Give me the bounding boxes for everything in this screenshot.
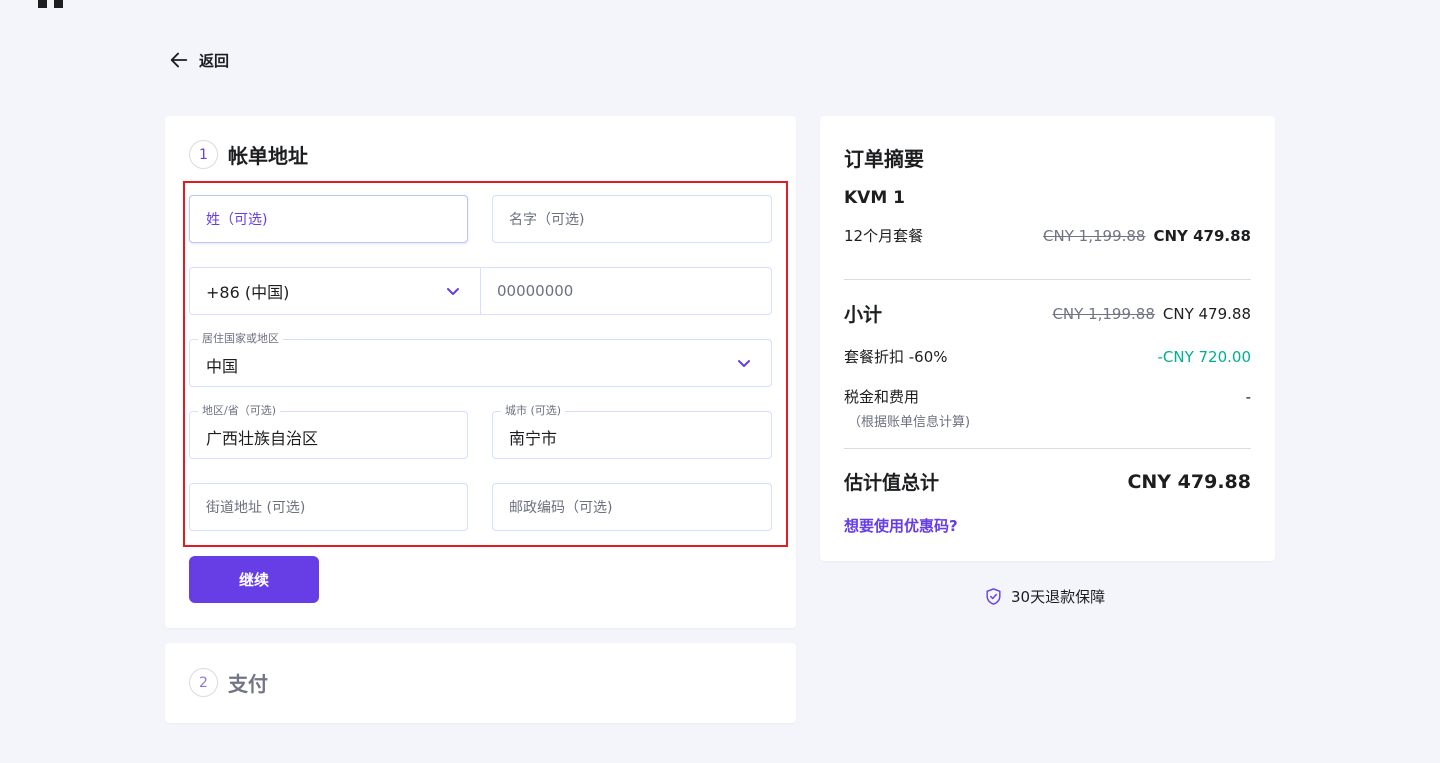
- tax-row: 税金和费用 -: [844, 386, 1251, 407]
- back-label: 返回: [199, 51, 230, 70]
- tax-note: （根据账单信息计算): [848, 415, 971, 430]
- last-name-placeholder: 姓（可选): [206, 212, 268, 228]
- brand-logo[interactable]: [38, 0, 66, 8]
- money-back-guarantee: 30天退款保障: [984, 586, 1105, 607]
- subtotal-old-price: CNY 1,199.88: [1052, 305, 1155, 323]
- tax-label: 税金和费用: [844, 388, 920, 406]
- country-select[interactable]: 居住国家或地区 中国: [189, 332, 772, 387]
- region-value: 广西壮族自治区: [206, 429, 319, 448]
- total-row: 估计值总计 CNY 479.88: [844, 468, 1251, 495]
- plan-old-price: CNY 1,199.88: [1043, 227, 1146, 245]
- plan-row: 12个月套餐 CNY 1,199.88 CNY 479.88: [844, 225, 1251, 246]
- guarantee-text: 30天退款保障: [1011, 588, 1106, 606]
- postcode-placeholder: 邮政编码（可选): [509, 500, 613, 516]
- last-name-field[interactable]: 姓（可选): [189, 195, 468, 243]
- phone-code-select[interactable]: +86 (中国): [189, 267, 481, 315]
- step-number-badge: 1: [189, 140, 218, 169]
- continue-button[interactable]: 继续: [189, 556, 319, 603]
- city-label: 城市 (可选): [501, 404, 566, 418]
- billing-title: 帐单地址: [228, 144, 308, 168]
- phone-number-placeholder: 00000000: [497, 282, 574, 300]
- promo-code-link[interactable]: 想要使用优惠码?: [844, 515, 958, 536]
- region-label: 地区/省（可选): [198, 404, 280, 418]
- chevron-down-icon: [447, 288, 459, 295]
- discount-row: 套餐折扣 -60% -CNY 720.00: [844, 346, 1251, 367]
- summary-title: 订单摘要: [844, 147, 924, 171]
- total-value: CNY 479.88: [1127, 470, 1251, 493]
- discount-value: -CNY 720.00: [1157, 347, 1251, 366]
- phone-number-field[interactable]: 00000000: [480, 267, 772, 315]
- back-arrow-icon: [170, 52, 188, 68]
- step-number-badge: 2: [189, 668, 218, 697]
- first-name-placeholder: 名字（可选): [509, 212, 585, 228]
- region-field[interactable]: 地区/省（可选) 广西壮族自治区: [189, 404, 468, 459]
- country-label: 居住国家或地区: [198, 332, 283, 346]
- street-field[interactable]: 街道地址 (可选): [189, 483, 468, 531]
- shield-check-icon: [986, 588, 1001, 605]
- postcode-field[interactable]: 邮政编码（可选): [492, 483, 772, 531]
- plan-prices: CNY 1,199.88 CNY 479.88: [1043, 226, 1251, 245]
- street-placeholder: 街道地址 (可选): [206, 500, 306, 516]
- subtotal-row: 小计 CNY 1,199.88 CNY 479.88: [844, 300, 1251, 327]
- plan-label: 12个月套餐: [844, 227, 924, 245]
- divider: [844, 448, 1251, 449]
- city-value: 南宁市: [509, 429, 558, 448]
- country-value: 中国: [206, 357, 239, 376]
- subtotal-price: CNY 479.88: [1162, 305, 1251, 323]
- chevron-down-icon: [738, 360, 750, 367]
- payment-card[interactable]: 2 支付: [165, 643, 796, 723]
- divider: [844, 279, 1251, 280]
- discount-label: 套餐折扣 -60%: [844, 348, 948, 366]
- total-label: 估计值总计: [844, 472, 940, 494]
- tax-value: -: [1245, 387, 1251, 406]
- payment-title: 支付: [228, 672, 268, 696]
- payment-step-header: 2 支付: [189, 668, 268, 697]
- subtotal-label: 小计: [844, 304, 883, 326]
- first-name-field[interactable]: 名字（可选): [492, 195, 772, 243]
- billing-step-header: 1 帐单地址: [189, 140, 308, 169]
- product-name: KVM 1: [844, 188, 905, 208]
- phone-code-value: +86 (中国): [206, 283, 290, 302]
- back-link[interactable]: 返回: [168, 49, 229, 71]
- plan-price: CNY 479.88: [1153, 227, 1251, 245]
- city-field[interactable]: 城市 (可选) 南宁市: [492, 404, 772, 459]
- subtotal-prices: CNY 1,199.88 CNY 479.88: [1052, 304, 1251, 323]
